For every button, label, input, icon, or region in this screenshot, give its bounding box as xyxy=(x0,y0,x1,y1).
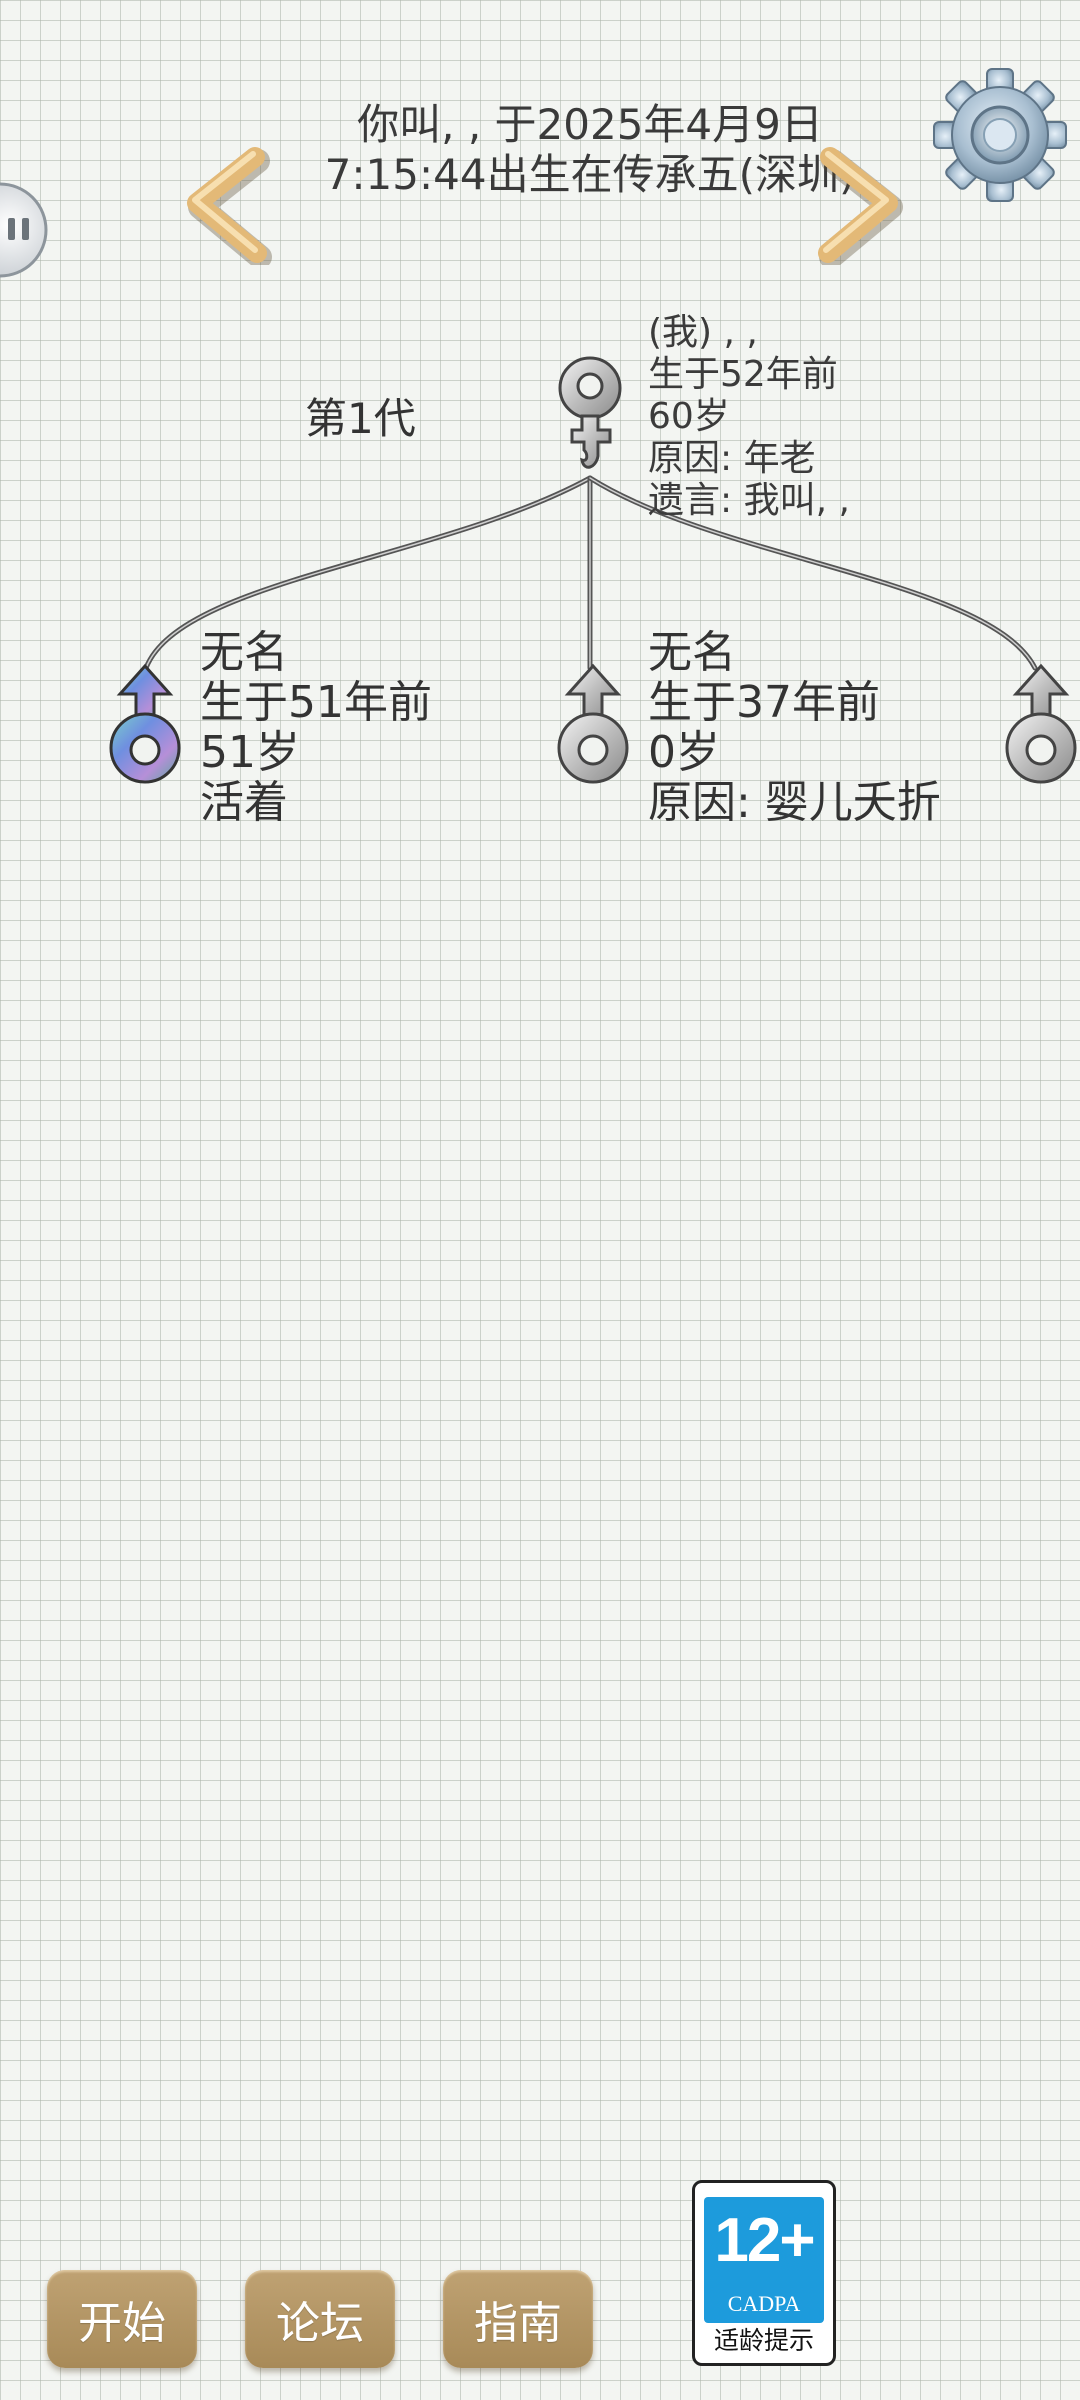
child-info-line: 生于37年前 xyxy=(648,677,880,728)
age-rating-panel: 12+ CADPA xyxy=(704,2197,824,2323)
age-rating-org: CADPA xyxy=(727,2291,801,2316)
female-symbol-icon[interactable] xyxy=(548,350,638,480)
child-info-line: 无名 xyxy=(200,627,288,678)
guide-button[interactable]: 指南 xyxy=(443,2270,593,2368)
parent-info-line: 生于52年前 xyxy=(648,354,838,395)
family-tree-lines xyxy=(143,475,1038,671)
child-info-line: 原因: 婴儿夭折 xyxy=(648,777,941,828)
child-info-line: 活着 xyxy=(200,777,288,828)
parent-info-line: (我) , , xyxy=(648,312,758,353)
male-symbol-icon[interactable] xyxy=(100,660,190,790)
child-info-line: 0岁 xyxy=(648,727,720,778)
parent-info-line: 原因: 年老 xyxy=(648,438,816,479)
child-info-line: 生于51年前 xyxy=(200,677,432,728)
forum-button[interactable]: 论坛 xyxy=(245,2270,395,2368)
parent-info: (我) , , 生于52年前 60岁 原因: 年老 遗言: 我叫, , xyxy=(648,312,850,522)
age-rating-badge: 12+ CADPA 适龄提示 xyxy=(692,2180,836,2366)
child-info-line: 51岁 xyxy=(200,727,300,778)
parent-info-line: 60岁 xyxy=(648,396,730,437)
start-button[interactable]: 开始 xyxy=(47,2270,197,2368)
age-rating-number: 12+ xyxy=(714,2206,815,2275)
male-symbol-icon[interactable] xyxy=(548,660,638,790)
child-info: 无名 生于51年前 51岁 活着 xyxy=(200,628,432,828)
age-rating-caption: 适龄提示 xyxy=(713,2326,814,2355)
child-info-line: 无名 xyxy=(648,627,736,678)
parent-info-line: 遗言: 我叫, , xyxy=(648,480,850,521)
male-symbol-icon[interactable] xyxy=(996,660,1080,790)
child-info: 无名 生于37年前 0岁 原因: 婴儿夭折 xyxy=(648,628,941,828)
